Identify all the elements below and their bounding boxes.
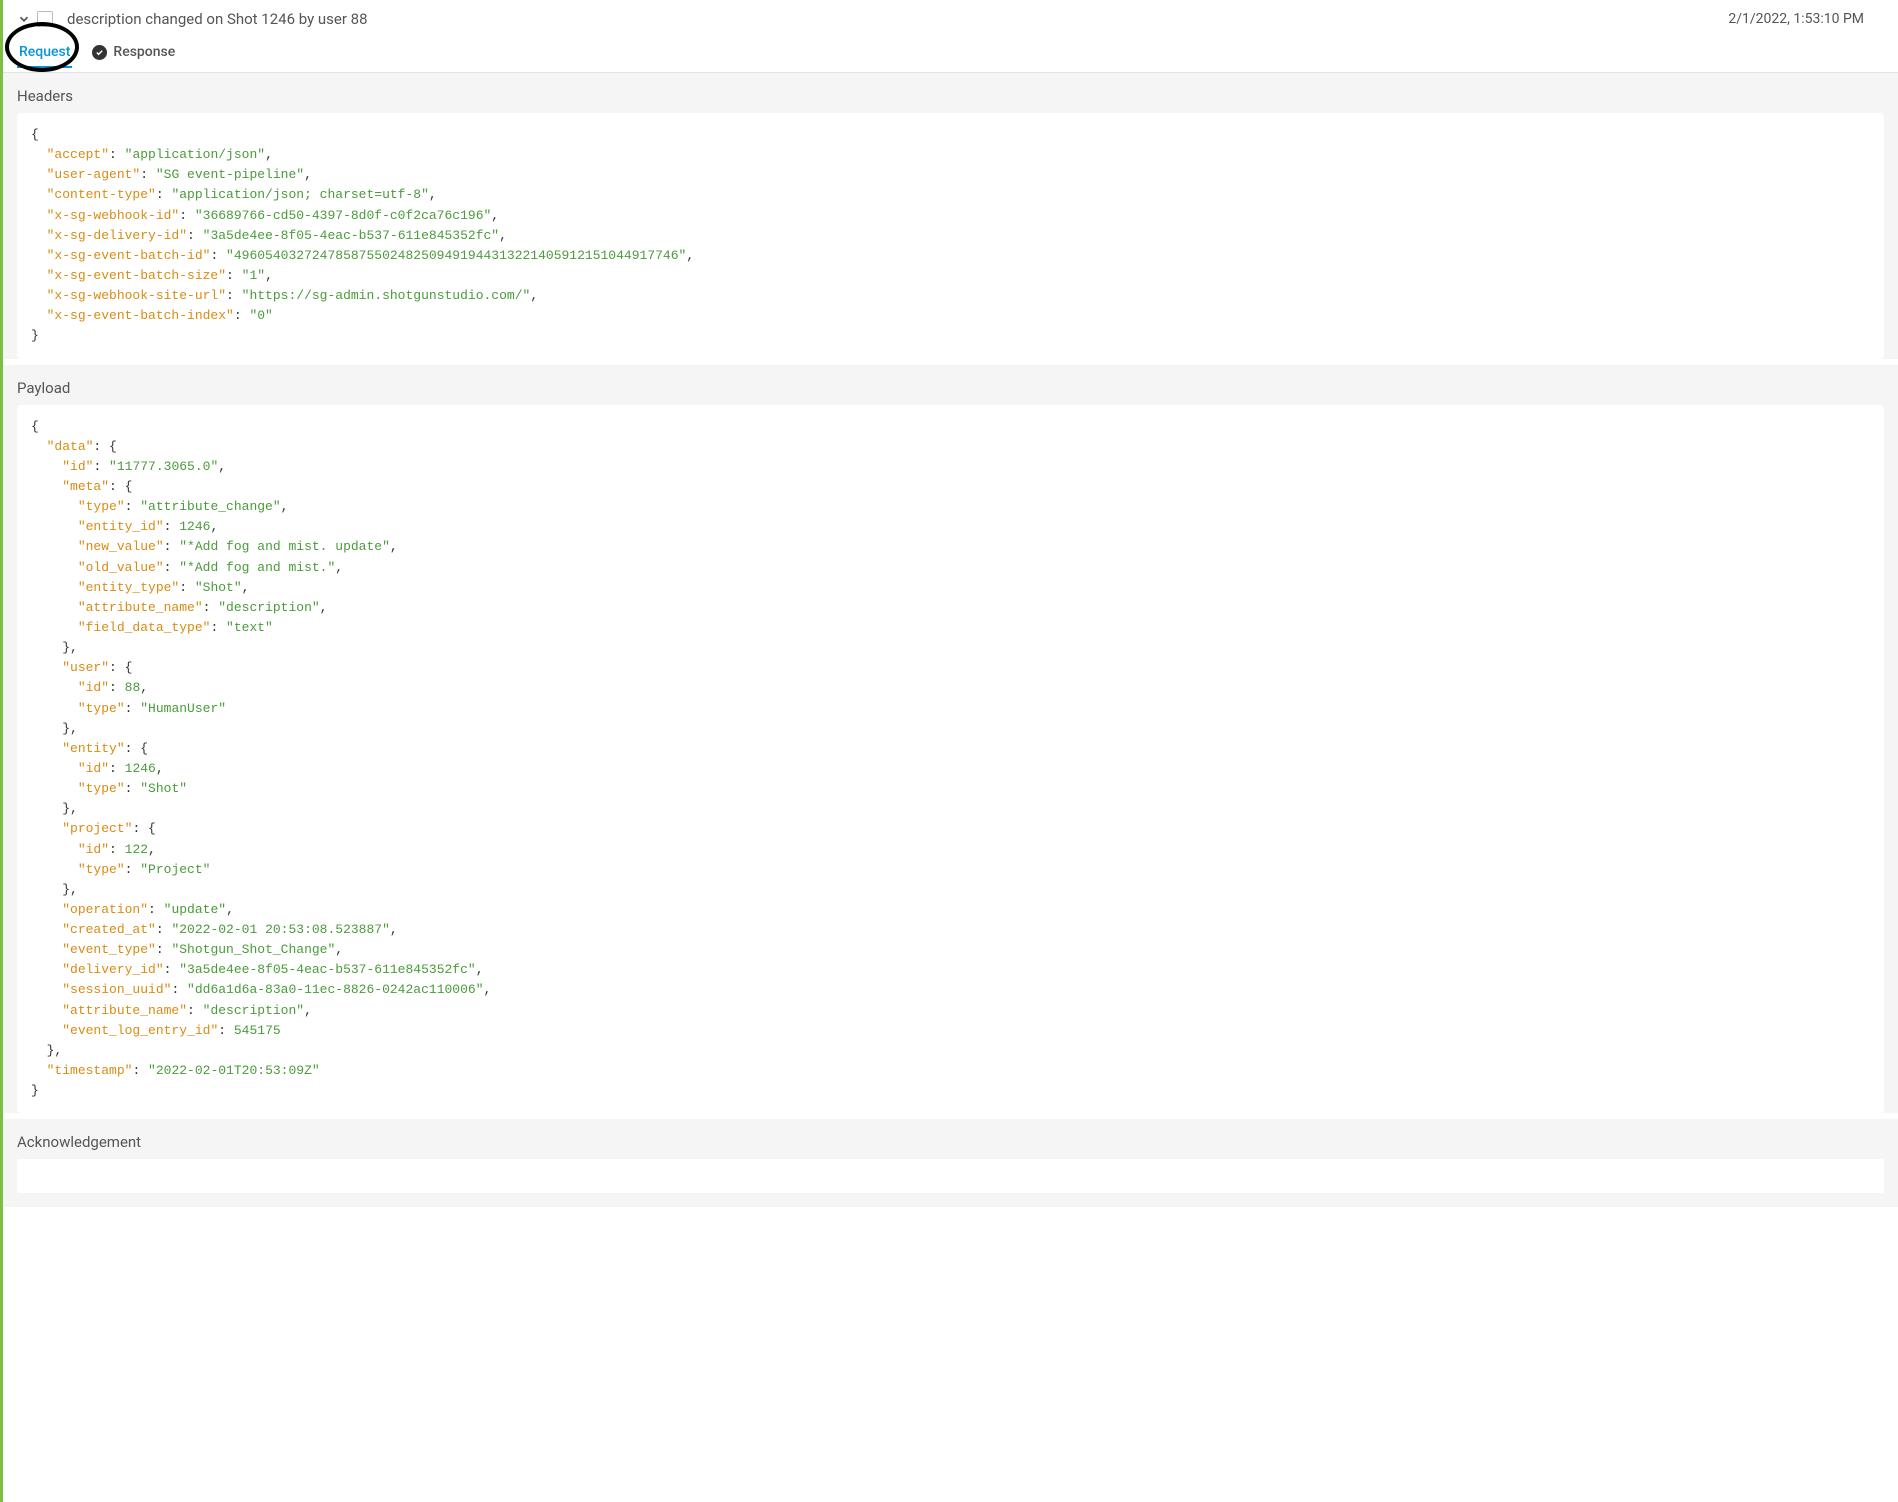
delivery-title: description changed on Shot 1246 by user… <box>67 10 1728 28</box>
acknowledgement-section: Acknowledgement <box>3 1119 1898 1207</box>
acknowledgement-label: Acknowledgement <box>17 1119 1884 1159</box>
select-checkbox[interactable] <box>37 11 53 27</box>
delivery-timestamp: 2/1/2022, 1:53:10 PM <box>1728 11 1884 27</box>
collapse-chevron-icon[interactable] <box>17 12 31 26</box>
check-circle-icon <box>92 45 107 60</box>
payload-label: Payload <box>17 365 1884 405</box>
headers-label: Headers <box>17 73 1884 113</box>
tabs: Request Response <box>3 36 1898 73</box>
headers-section: Headers { "accept": "application/json", … <box>3 73 1898 359</box>
acknowledgement-box <box>17 1159 1884 1193</box>
delivery-header: description changed on Shot 1246 by user… <box>3 0 1898 36</box>
tab-request[interactable]: Request <box>17 40 72 68</box>
payload-json-block[interactable]: { "data": { "id": "11777.3065.0", "meta"… <box>17 405 1884 1114</box>
tab-response[interactable]: Response <box>90 40 177 66</box>
delivery-panel: description changed on Shot 1246 by user… <box>0 0 1898 1502</box>
tab-response-label: Response <box>113 44 175 60</box>
headers-json-block[interactable]: { "accept": "application/json", "user-ag… <box>17 113 1884 359</box>
payload-section: Payload { "data": { "id": "11777.3065.0"… <box>3 365 1898 1114</box>
